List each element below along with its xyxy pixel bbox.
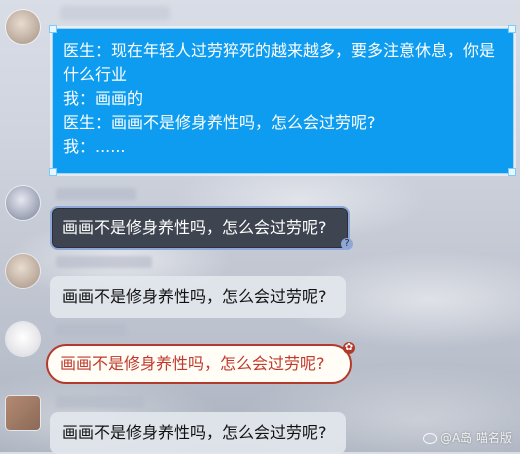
message-text: 画画不是修身养性吗，怎么会过劳呢?: [62, 218, 327, 237]
avatar[interactable]: [6, 10, 40, 44]
message-line: 什么行业: [63, 65, 128, 84]
message-text: 画画不是修身养性吗，怎么会过劳呢?: [62, 423, 327, 442]
bubble-corner: [49, 168, 57, 176]
message-bubble-red-outline[interactable]: 画画不是修身养性吗，怎么会过劳呢?: [46, 344, 352, 384]
message-text: 画画不是修身养性吗，怎么会过劳呢?: [60, 354, 325, 373]
bubble-corner: [508, 25, 516, 33]
avatar[interactable]: [6, 322, 40, 356]
watermark-text: @A岛 喵名版: [439, 431, 512, 445]
message-text: 画画不是修身养性吗，怎么会过劳呢?: [62, 287, 327, 306]
decoration-icon: ✿: [343, 342, 355, 354]
avatar[interactable]: [6, 186, 40, 220]
avatar[interactable]: [6, 254, 40, 288]
question-badge-icon: ?: [341, 238, 353, 250]
avatar[interactable]: [6, 396, 40, 430]
message-line: 医生：画画不是修身养性吗，怎么会过劳呢?: [63, 113, 376, 132]
bubble-corner: [49, 25, 57, 33]
message-line: 我：......: [63, 137, 126, 156]
message-bubble-blue[interactable]: 医生：现在年轻人过劳猝死的越来越多，要多注意休息，你是 什么行业 我：画画的 医…: [52, 28, 514, 174]
blurred-header: [60, 6, 170, 20]
watermark: @A岛 喵名版: [422, 429, 512, 446]
message-bubble-grey[interactable]: 画画不是修身养性吗，怎么会过劳呢?: [50, 412, 346, 454]
sender-name-blurred: [56, 324, 126, 336]
message-bubble-dark[interactable]: 画画不是修身养性吗，怎么会过劳呢?: [50, 206, 350, 250]
weibo-icon: [422, 433, 437, 444]
bubble-corner: [508, 168, 516, 176]
message-bubble-grey[interactable]: 画画不是修身养性吗，怎么会过劳呢?: [50, 276, 346, 318]
message-line: 医生：现在年轻人过劳猝死的越来越多，要多注意休息，你是: [63, 41, 496, 60]
sender-name-blurred: [56, 396, 144, 408]
sender-name-blurred: [56, 256, 152, 268]
sender-name-blurred: [56, 188, 136, 200]
message-line: 我：画画的: [63, 89, 144, 108]
